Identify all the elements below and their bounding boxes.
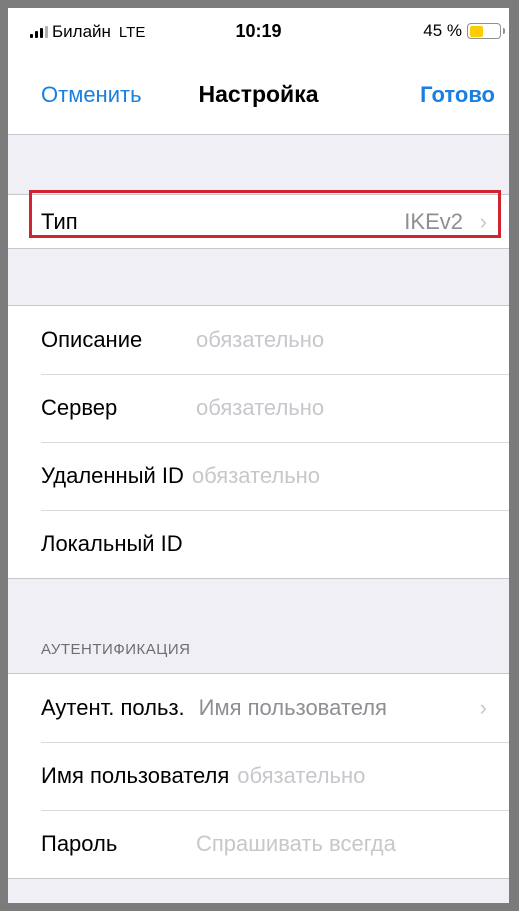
battery-percent: 45 %: [423, 21, 462, 40]
field-label: Сервер: [41, 395, 118, 420]
field-row[interactable]: Описание обязательно: [8, 306, 509, 374]
type-value: IKEv2: [404, 208, 463, 234]
status-right: 45 %: [423, 21, 505, 41]
chevron-right-icon: ›: [479, 208, 487, 234]
auth-row[interactable]: Имя пользователя обязательно: [8, 742, 509, 810]
auth-row[interactable]: Пароль Спрашивать всегда: [8, 810, 509, 878]
auth-label: Имя пользователя: [41, 763, 230, 788]
battery-icon: [467, 23, 505, 39]
chevron-right-icon: ›: [479, 695, 487, 720]
auth-label: Пароль: [41, 831, 118, 856]
auth-group: Аутент. польз. Имя пользователя › Имя по…: [8, 673, 509, 879]
field-row[interactable]: Локальный ID: [8, 510, 509, 578]
field-row[interactable]: Сервер обязательно: [8, 374, 509, 442]
field-label: Описание: [41, 327, 143, 352]
navigation-bar: Отменить Настройка Готово: [8, 60, 509, 135]
auth-section-header: АУТЕНТИФИКАЦИЯ: [41, 641, 191, 658]
password-input[interactable]: Спрашивать всегда: [196, 831, 396, 857]
field-input[interactable]: обязательно: [196, 327, 324, 353]
done-button[interactable]: Готово: [420, 82, 495, 108]
server-group: Описание обязательно Сервер обязательно …: [8, 305, 509, 579]
device-frame: Билайн LTE 10:19 45 % Отменить Настройка…: [0, 0, 519, 911]
username-input[interactable]: обязательно: [237, 763, 365, 789]
field-input[interactable]: обязательно: [196, 395, 324, 421]
screen: Билайн LTE 10:19 45 % Отменить Настройка…: [8, 8, 509, 903]
field-input[interactable]: обязательно: [192, 463, 320, 489]
type-row[interactable]: Тип IKEv2 ›: [8, 190, 509, 248]
field-label: Локальный ID: [41, 531, 183, 556]
type-group: Тип IKEv2 ›: [8, 190, 509, 249]
auth-label: Аутент. польз.: [41, 695, 185, 720]
field-row[interactable]: Удаленный ID обязательно: [8, 442, 509, 510]
auth-value: Имя пользователя: [198, 695, 387, 720]
field-label: Удаленный ID: [41, 463, 184, 488]
status-bar: Билайн LTE 10:19 45 %: [8, 8, 509, 60]
auth-row[interactable]: Аутент. польз. Имя пользователя ›: [8, 674, 509, 742]
battery-fill: [469, 25, 483, 37]
